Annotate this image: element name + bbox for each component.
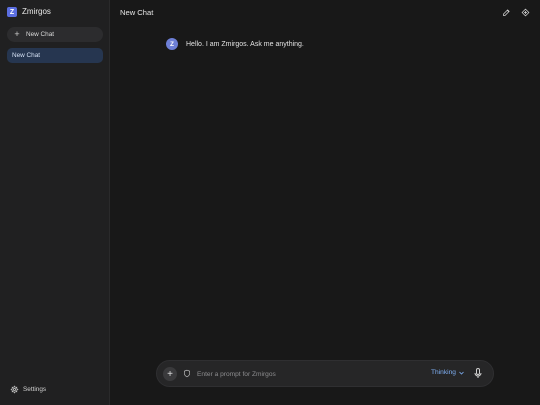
header-actions	[501, 7, 530, 17]
avatar: Z	[166, 38, 178, 50]
page-title: New Chat	[120, 8, 154, 17]
brain-icon[interactable]	[520, 7, 530, 17]
prompt-input[interactable]	[197, 367, 417, 381]
sidebar-item-label: New Chat	[12, 52, 41, 59]
microphone-icon[interactable]	[474, 368, 482, 379]
gear-icon	[10, 385, 19, 394]
chevron-down-icon	[459, 371, 464, 375]
brand: Z Zmirgos	[7, 7, 51, 17]
shield-icon[interactable]	[183, 369, 191, 378]
plus-icon: +	[167, 368, 173, 380]
app-window: Z Zmirgos + New Chat New Chat Settings N…	[0, 0, 540, 405]
sidebar-item-new-chat[interactable]: New Chat	[7, 48, 103, 63]
add-attachment-button[interactable]: +	[163, 367, 177, 381]
main-panel: New Chat Z Hello. I am Zmirgos. Ask me a…	[110, 0, 540, 405]
message-text: Hello. I am Zmirgos. Ask me anything.	[186, 40, 304, 48]
brand-logo: Z	[7, 7, 17, 17]
settings-label: Settings	[23, 386, 47, 393]
assistant-message: Z Hello. I am Zmirgos. Ask me anything.	[166, 38, 304, 50]
mode-dropdown[interactable]: Thinking	[431, 369, 464, 376]
new-chat-label: New Chat	[26, 31, 55, 38]
prompt-composer: + Thinking	[156, 360, 494, 387]
brand-name: Zmirgos	[22, 7, 51, 16]
new-chat-button[interactable]: + New Chat	[7, 27, 103, 42]
settings-button[interactable]: Settings	[10, 385, 46, 394]
mode-label: Thinking	[431, 369, 456, 376]
sidebar: Z Zmirgos + New Chat New Chat Settings	[0, 0, 110, 405]
plus-icon: +	[14, 29, 20, 39]
edit-icon[interactable]	[501, 7, 511, 17]
